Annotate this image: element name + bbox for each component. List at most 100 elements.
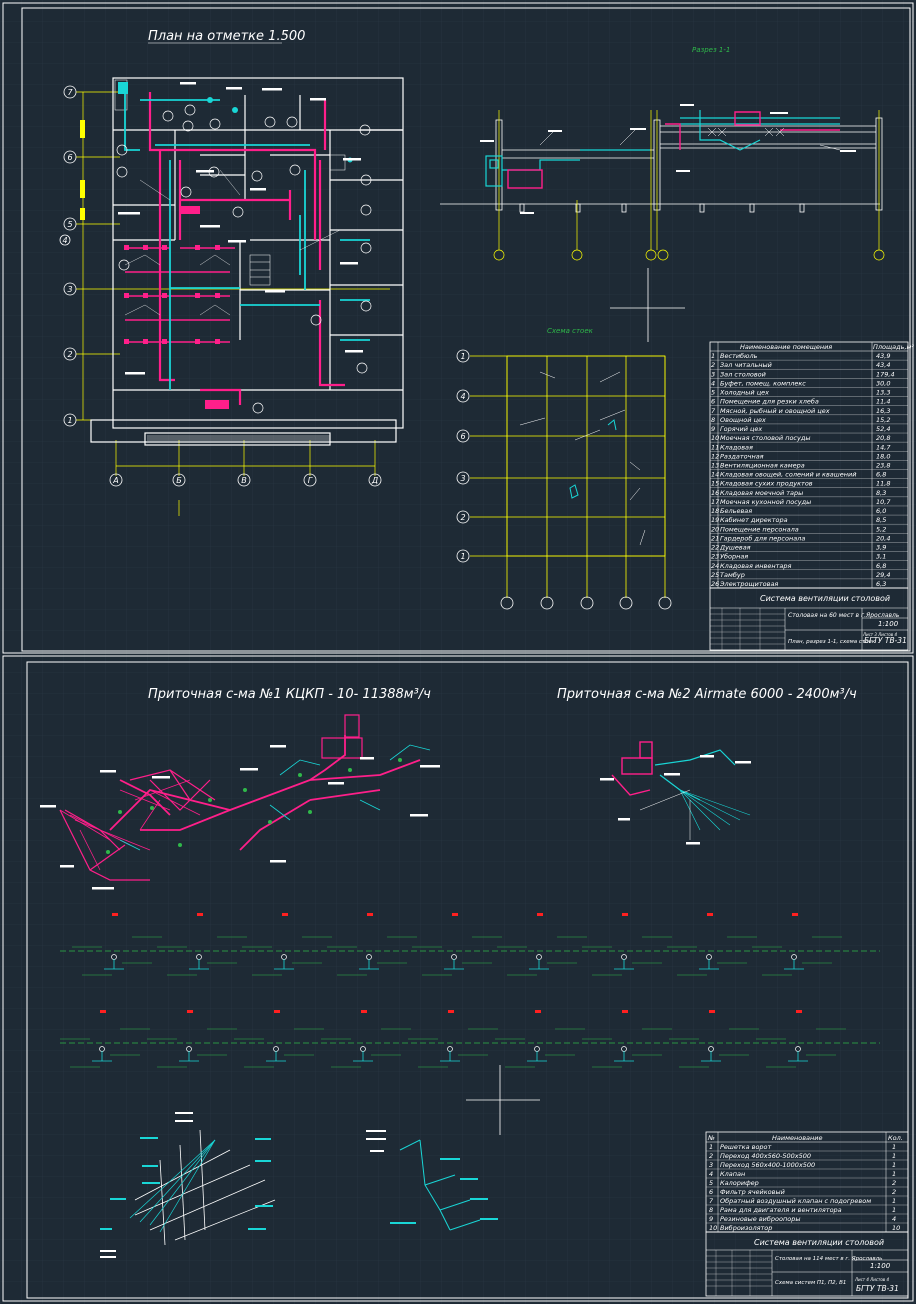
room-no-cell: 12 [711, 452, 719, 460]
riser-marker [448, 1010, 454, 1013]
room-area-cell: 11,8 [876, 480, 890, 488]
room-no-cell: 24 [711, 562, 719, 570]
equipment-qty-cell: 1 [892, 1170, 896, 1178]
room-no-cell: 3 [711, 370, 715, 378]
room-name-cell: Моечная столовой посуды [720, 434, 810, 442]
system-1-title: Приточная с-ма №1 КЦКП - 10- 11388м³/ч [148, 687, 431, 702]
room-area-cell: 43,9 [876, 352, 890, 360]
equipment-name-cell: Фильтр ячейковый [720, 1188, 785, 1196]
room-name-cell: Кладовая [720, 443, 753, 451]
scheme-axis-label: 1 [460, 552, 465, 561]
room-name-cell: Кладовая овощей, солений и квашений [720, 471, 856, 479]
room-no-cell: 19 [711, 516, 719, 524]
room-name-cell: Горячий цех [720, 425, 762, 433]
stamp-organization: БГТУ ТВ-31 [856, 1284, 899, 1293]
equipment-no-cell: 9 [709, 1215, 713, 1223]
equipment-no-cell: 10 [709, 1224, 717, 1232]
system-2-title: Приточная с-ма №2 Airmate 6000 - 2400м³/… [557, 687, 857, 702]
scheme-axis-label: 1 [460, 352, 465, 361]
room-name-cell: Мясной, рыбный и овощной цех [720, 407, 830, 415]
equipment-name-cell: Калорифер [720, 1179, 759, 1187]
room-area-cell: 16,3 [876, 407, 890, 415]
equipment-name-cell: Резиновые виброопоры [720, 1215, 800, 1223]
room-name-cell: Кладовая инвентаря [720, 562, 791, 570]
room-no-cell: 2 [711, 361, 715, 369]
room-area-cell: 52,4 [876, 425, 890, 433]
plan-axis-row-label: 6 [67, 153, 72, 162]
riser-marker [112, 913, 118, 916]
section-title: Разрез 1-1 [692, 46, 730, 54]
room-no-cell: 20 [711, 525, 719, 533]
plan-title: План на отметке 1.500 [148, 29, 305, 44]
scheme-axis-label: 4 [460, 392, 465, 401]
room-area-cell: 30,0 [876, 379, 890, 387]
room-name-cell: Зал столовой [720, 370, 766, 378]
room-area-cell: 3,1 [876, 553, 886, 561]
room-name-cell: Моечная кухонной посуды [720, 498, 811, 506]
equipment-name-cell: Клапан [720, 1170, 745, 1178]
room-area-cell: 5,2 [876, 525, 886, 533]
equipment-no-cell: 5 [709, 1179, 713, 1187]
room-area-cell: 179,4 [876, 370, 895, 378]
room-name-cell: Душевая [719, 544, 751, 552]
equipment-no-cell: 2 [709, 1152, 713, 1160]
equipment-header-no: № [707, 1134, 715, 1142]
room-no-cell: 21 [711, 534, 719, 542]
room-area-cell: 43,4 [876, 361, 890, 369]
plan-axis-row-label: 2 [67, 350, 72, 359]
riser-marker [361, 1010, 367, 1013]
stamp-sheet-label: Лист 4 Листов 4 [854, 1277, 889, 1282]
room-name-cell: Овощной цех [720, 416, 766, 424]
room-no-cell: 14 [711, 471, 719, 479]
plan-axis-col-label: Д [371, 476, 378, 485]
riser-marker [537, 913, 543, 916]
room-name-cell: Кабинет директора [720, 516, 788, 524]
room-name-cell: Зал читальный [720, 361, 772, 369]
equipment-qty-cell: 4 [892, 1215, 896, 1223]
room-no-cell: 4 [711, 379, 715, 387]
stamp-system-name: Система вентиляции столовой [760, 594, 890, 603]
room-area-cell: 8,5 [876, 516, 886, 524]
room-no-cell: 26 [711, 580, 719, 588]
scheme-axis-label: 2 [460, 513, 465, 522]
room-name-cell: Помещение для резки хлеба [720, 398, 819, 406]
room-area-cell: 20,8 [876, 434, 890, 442]
plan-axis-row-label: 5 [67, 220, 72, 229]
room-area-cell: 11,4 [876, 398, 890, 406]
room-area-cell: 6,0 [876, 507, 886, 515]
room-area-cell: 13,3 [876, 389, 890, 397]
room-name-cell: Вентиляционная камера [720, 462, 805, 470]
drawing-canvas: План на отметке 1.500 7 6 5 4 3 2 1 А Б … [0, 0, 916, 1304]
stamp-project-name: Столовая на 60 мест в г.Ярославль [788, 612, 900, 619]
room-area-cell: 6,8 [876, 471, 886, 479]
room-no-cell: 11 [711, 443, 719, 451]
plan-axis-col-label: А [112, 476, 118, 485]
room-name-cell: Тамбур [720, 571, 745, 579]
room-area-cell: 14,7 [876, 443, 891, 451]
room-no-cell: 22 [711, 544, 719, 552]
room-no-cell: 18 [711, 507, 719, 515]
room-area-cell: 15,2 [876, 416, 890, 424]
room-no-cell: 16 [711, 489, 719, 497]
room-name-cell: Кладовая сухих продуктов [720, 480, 813, 488]
plan-axis-col-label: Б [176, 476, 182, 485]
equipment-no-cell: 3 [709, 1161, 713, 1169]
riser-marker [792, 913, 798, 916]
riser-marker [796, 1010, 802, 1013]
equipment-name-cell: Виброизолятор [720, 1224, 772, 1232]
room-name-cell: Буфет, помещ. комплекс [720, 379, 806, 387]
room-area-cell: 6,3 [876, 580, 886, 588]
room-area-cell: 10,7 [876, 498, 891, 506]
room-table-header-name: Наименование помещения [740, 343, 832, 351]
room-no-cell: 17 [711, 498, 720, 506]
equipment-header-name: Наименование [772, 1134, 823, 1142]
stamp-sheet-content: План, разрез 1-1, схема стоек [788, 639, 876, 645]
room-name-cell: Кладовая моечной тары [720, 489, 803, 497]
equipment-qty-cell: 2 [892, 1179, 896, 1187]
equipment-qty-cell: 1 [892, 1143, 896, 1151]
room-area-cell: 20,4 [876, 534, 890, 542]
plan-axis-row-label: 3 [67, 285, 72, 294]
equipment-name-cell: Решетка ворот [720, 1143, 772, 1151]
riser-marker [622, 913, 628, 916]
equipment-name-cell: Рама для двигателя и вентилятора [720, 1206, 842, 1214]
